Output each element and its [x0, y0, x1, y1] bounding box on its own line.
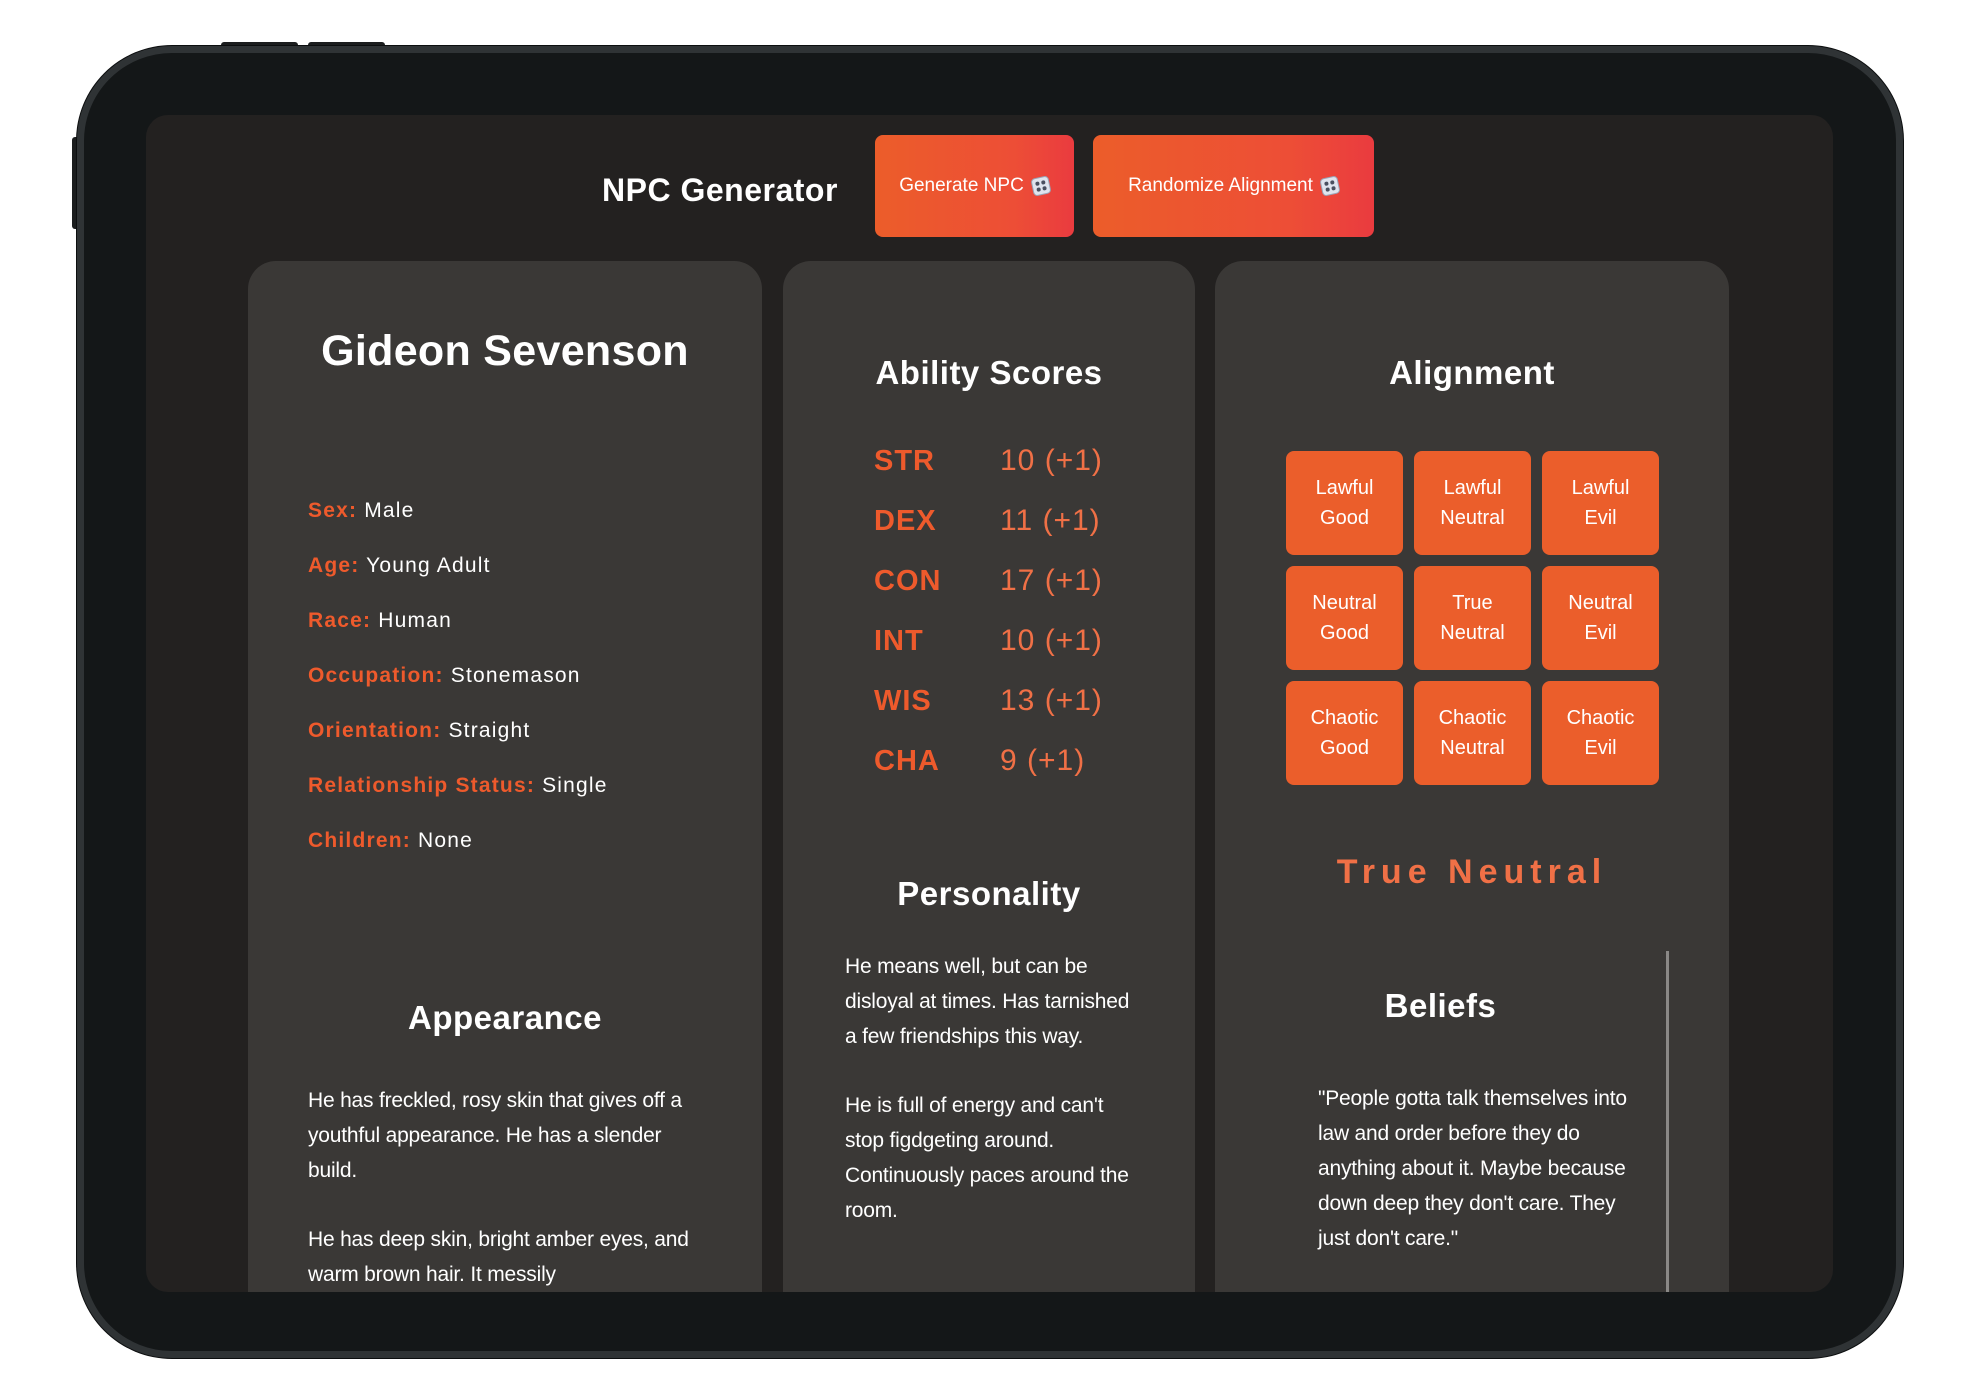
- detail-value: Human: [378, 609, 452, 632]
- ability-score: 10 (+1): [1000, 444, 1103, 477]
- detail-label: Occupation:: [308, 664, 444, 687]
- alignment-option-chaotic-good[interactable]: Chaotic Good: [1286, 681, 1403, 785]
- alignment-option-neutral-evil[interactable]: Neutral Evil: [1542, 566, 1659, 670]
- alignment-option-chaotic-neutral[interactable]: Chaotic Neutral: [1414, 681, 1531, 785]
- alignment-grid: Lawful Good Lawful Neutral Lawful Evil N…: [1286, 451, 1659, 785]
- detail-race: Race: Human: [308, 609, 608, 633]
- ability-row-str: STR 10 (+1): [874, 431, 1103, 491]
- detail-value: None: [418, 829, 474, 852]
- detail-occupation: Occupation: Stonemason: [308, 664, 608, 688]
- beliefs-text: "People gotta talk themselves into law a…: [1318, 1087, 1627, 1250]
- personality-paragraph: He is full of energy and can't stop figd…: [845, 1094, 1129, 1222]
- detail-label: Relationship Status:: [308, 774, 536, 797]
- alignment-option-true-neutral[interactable]: True Neutral: [1414, 566, 1531, 670]
- alignment-option-chaotic-evil[interactable]: Chaotic Evil: [1542, 681, 1659, 785]
- ability-name: INT: [874, 625, 924, 657]
- detail-value: Stonemason: [450, 664, 581, 687]
- personality-paragraph: He means well, but can be disloyal at ti…: [845, 955, 1130, 1048]
- alignment-option-lawful-evil[interactable]: Lawful Evil: [1542, 451, 1659, 555]
- ability-row-cha: CHA 9 (+1): [874, 731, 1103, 791]
- alignment-option-lawful-good[interactable]: Lawful Good: [1286, 451, 1403, 555]
- alignment-option-neutral-good[interactable]: Neutral Good: [1286, 566, 1403, 670]
- dice-icon: [1030, 175, 1052, 197]
- npc-details-list: Sex: Male Age: Young Adult Race: Human O…: [308, 499, 608, 884]
- ability-name: STR: [874, 445, 935, 477]
- ability-score: 17 (+1): [1000, 564, 1103, 597]
- current-alignment: True Neutral: [1336, 853, 1608, 891]
- ability-scores-card: Ability Scores STR 10 (+1) DEX 11 (+1) C…: [783, 261, 1195, 1292]
- randomize-alignment-label: Randomize Alignment: [1128, 175, 1313, 196]
- alignment-heading: Alignment: [1389, 354, 1555, 391]
- appearance-text: He has freckled, rosy skin that gives of…: [308, 1083, 708, 1292]
- app-title: NPC Generator: [602, 172, 838, 208]
- app-screen: NPC Generator Generate NPC Randomize Ali…: [146, 115, 1833, 1292]
- ability-scores-list: STR 10 (+1) DEX 11 (+1) CON 17 (+1) INT …: [874, 431, 1103, 791]
- alignment-card: Alignment Lawful Good Lawful Neutral Law…: [1215, 261, 1729, 1292]
- ability-row-con: CON 17 (+1): [874, 551, 1103, 611]
- detail-label: Children:: [308, 829, 411, 852]
- generate-npc-label: Generate NPC: [899, 175, 1024, 196]
- ability-name: CHA: [874, 745, 940, 777]
- detail-orientation: Orientation: Straight: [308, 719, 608, 743]
- detail-relationship-status: Relationship Status: Single: [308, 774, 608, 798]
- ability-name: DEX: [874, 505, 937, 537]
- ability-score: 13 (+1): [1000, 684, 1103, 717]
- detail-age: Age: Young Adult: [308, 554, 608, 578]
- personality-heading: Personality: [897, 875, 1081, 912]
- detail-value: Male: [364, 499, 415, 522]
- personality-text: He means well, but can be disloyal at ti…: [845, 949, 1145, 1262]
- appearance-paragraph: He has deep skin, bright amber eyes, and…: [308, 1228, 689, 1286]
- beliefs-panel: Beliefs "People gotta talk themselves in…: [1215, 951, 1669, 1292]
- npc-details-card: Gideon Sevenson Sex: Male Age: Young Adu…: [248, 261, 762, 1292]
- randomize-alignment-button[interactable]: Randomize Alignment: [1093, 135, 1374, 237]
- beliefs-heading: Beliefs: [1384, 987, 1497, 1024]
- generate-npc-button[interactable]: Generate NPC: [875, 135, 1074, 237]
- alignment-option-lawful-neutral[interactable]: Lawful Neutral: [1414, 451, 1531, 555]
- appearance-heading: Appearance: [408, 999, 602, 1036]
- detail-value: Young Adult: [366, 554, 491, 577]
- ability-row-int: INT 10 (+1): [874, 611, 1103, 671]
- ability-name: WIS: [874, 685, 932, 717]
- npc-name: Gideon Sevenson: [321, 327, 689, 375]
- appearance-paragraph: He has freckled, rosy skin that gives of…: [308, 1089, 682, 1182]
- detail-label: Orientation:: [308, 719, 442, 742]
- detail-label: Race:: [308, 609, 372, 632]
- ability-score: 11 (+1): [1000, 504, 1101, 537]
- ability-row-wis: WIS 13 (+1): [874, 671, 1103, 731]
- dice-icon: [1319, 175, 1341, 197]
- detail-value: Straight: [448, 719, 531, 742]
- ability-row-dex: DEX 11 (+1): [874, 491, 1103, 551]
- ability-score: 10 (+1): [1000, 624, 1103, 657]
- ability-scores-heading: Ability Scores: [875, 354, 1103, 391]
- detail-label: Age:: [308, 554, 360, 577]
- ability-score: 9 (+1): [1000, 744, 1086, 777]
- detail-value: Single: [542, 774, 608, 797]
- detail-children: Children: None: [308, 829, 608, 853]
- ability-name: CON: [874, 565, 942, 597]
- detail-sex: Sex: Male: [308, 499, 608, 523]
- detail-label: Sex:: [308, 499, 358, 522]
